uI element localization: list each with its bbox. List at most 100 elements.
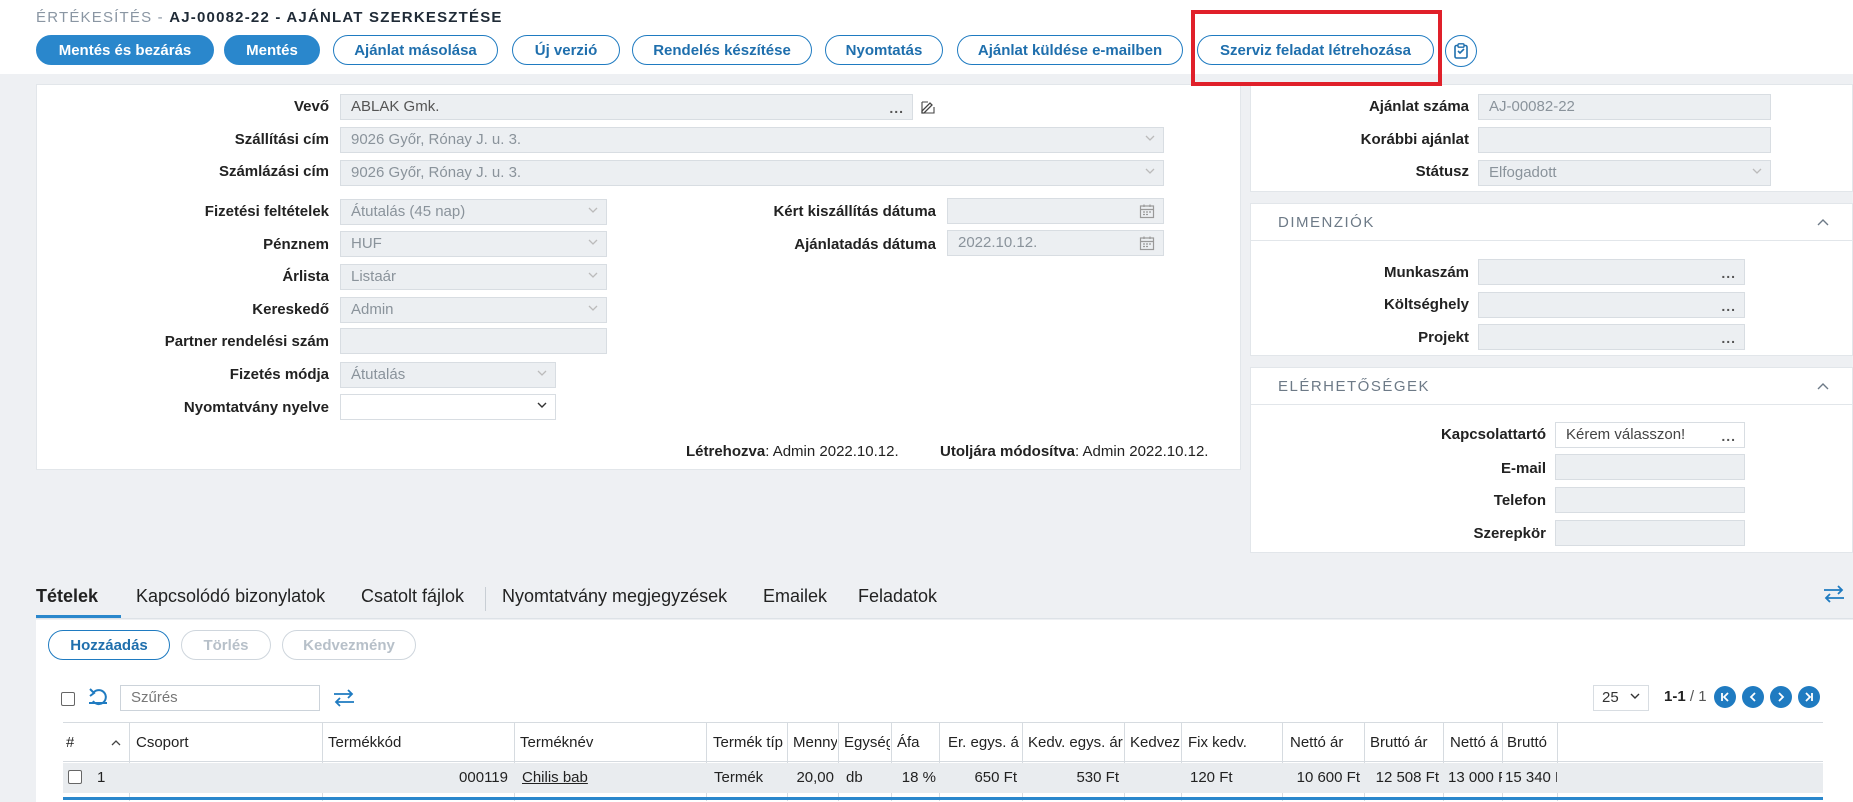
print-button[interactable]: Nyomtatás: [825, 35, 943, 65]
partner-order-input[interactable]: [340, 328, 607, 354]
customer-field[interactable]: ABLAK Gmk. ...: [340, 94, 913, 120]
swap-icon[interactable]: [332, 688, 356, 708]
payment-method-select[interactable]: Átutalás: [340, 362, 556, 388]
more-dots-icon[interactable]: ...: [1721, 330, 1736, 346]
divider: [1250, 240, 1853, 241]
contact-label: Kapcsolattartó: [1440, 426, 1546, 443]
calendar-icon[interactable]: [1139, 203, 1155, 219]
swap-icon[interactable]: [1822, 584, 1846, 604]
select-all-checkbox[interactable]: [61, 692, 75, 706]
chevron-down-icon: [1752, 168, 1762, 174]
column-header-net-total[interactable]: Nettó á: [1450, 734, 1502, 751]
column-header-discounted-unit-price[interactable]: Kedv. egys. ár: [1028, 734, 1124, 751]
chevron-down-icon: [588, 239, 598, 245]
filter-input[interactable]: Szűrés: [120, 685, 320, 711]
tab-print-notes[interactable]: Nyomtatvány megjegyzések: [502, 586, 727, 607]
billing-label: Számlázási cím: [218, 163, 329, 180]
column-header-quantity[interactable]: Menny: [793, 734, 837, 751]
tab-tasks[interactable]: Feladatok: [858, 586, 937, 607]
cell-gross-total: 15 340 F: [1505, 769, 1557, 786]
discount-button[interactable]: Kedvezmény: [282, 630, 416, 660]
column-header-discount[interactable]: Kedvez: [1130, 734, 1181, 751]
cell-gross-price: 12 508 Ft: [1375, 769, 1439, 786]
chevron-up-icon[interactable]: [1817, 218, 1829, 228]
payment-method-value: Átutalás: [351, 366, 406, 383]
save-button[interactable]: Mentés: [224, 35, 320, 65]
column-header-product-code[interactable]: Termékkód: [328, 734, 508, 751]
tab-emails[interactable]: Emailek: [763, 586, 827, 607]
page-header: ÉRTÉKESÍTÉS - AJ-00082-22 - AJÁNLAT SZER…: [0, 0, 1853, 74]
row-checkbox[interactable]: [68, 770, 82, 784]
column-header-unit-price[interactable]: Er. egys. á: [948, 734, 1022, 751]
column-header-gross-total[interactable]: Bruttó: [1507, 734, 1557, 751]
column-header-product-type[interactable]: Termék típ: [713, 734, 787, 751]
more-dots-icon[interactable]: ...: [1721, 298, 1736, 314]
tab-items[interactable]: Tételek: [36, 586, 98, 607]
send-email-button[interactable]: Ajánlat küldése e-mailben: [957, 35, 1183, 65]
prev-page-button[interactable]: [1742, 686, 1764, 708]
first-page-button[interactable]: [1714, 686, 1736, 708]
status-select[interactable]: Elfogadott: [1478, 160, 1771, 186]
table-row[interactable]: [63, 763, 1823, 793]
column-header-vat[interactable]: Áfa: [897, 734, 941, 751]
project-label: Projekt: [1418, 329, 1469, 346]
cell-discounted-unit-price: 530 Ft: [1076, 769, 1119, 786]
service-task-button[interactable]: Szerviz feladat létrehozása: [1197, 35, 1434, 65]
column-header-net-price[interactable]: Nettó ár: [1290, 734, 1366, 751]
column-header-product-name[interactable]: Terméknév: [520, 734, 700, 751]
column-header-number[interactable]: #: [66, 734, 74, 751]
clipboard-icon-button[interactable]: [1445, 35, 1477, 67]
job-number-field[interactable]: ...: [1478, 259, 1745, 285]
save-close-button[interactable]: Mentés és bezárás: [36, 35, 214, 65]
delete-button[interactable]: Törlés: [181, 630, 271, 660]
chevron-down-icon: [537, 402, 547, 408]
print-language-select[interactable]: [340, 394, 556, 420]
grid-header-border: [63, 722, 1823, 723]
edit-icon[interactable]: [920, 99, 936, 115]
copy-offer-button[interactable]: Ajánlat másolása: [333, 35, 498, 65]
breadcrumb-module[interactable]: ÉRTÉKESÍTÉS -: [36, 9, 164, 26]
email-label: E-mail: [1500, 460, 1546, 477]
project-field[interactable]: ...: [1478, 324, 1745, 350]
offer-date-field[interactable]: 2022.10.12.: [947, 230, 1164, 256]
more-dots-icon[interactable]: ...: [1721, 428, 1736, 444]
cost-center-field[interactable]: ...: [1478, 292, 1745, 318]
payment-terms-select[interactable]: Átutalás (45 nap): [340, 199, 607, 225]
more-dots-icon[interactable]: ...: [889, 100, 904, 116]
more-dots-icon[interactable]: ...: [1721, 265, 1736, 281]
requested-delivery-date[interactable]: [947, 198, 1164, 224]
shipping-select[interactable]: 9026 Győr, Rónay J. u. 3.: [340, 127, 1164, 153]
tab-attached-files[interactable]: Csatolt fájlok: [361, 586, 464, 607]
billing-value: 9026 Győr, Rónay J. u. 3.: [351, 164, 522, 181]
page-size-select[interactable]: 25: [1593, 685, 1649, 711]
column-header-gross-price[interactable]: Bruttó ár: [1370, 734, 1446, 751]
cell-unit: db: [846, 769, 863, 786]
last-page-button[interactable]: [1798, 686, 1820, 708]
cell-number: 1: [97, 769, 106, 786]
modified-label: Utoljára módosítva: [940, 443, 1076, 460]
currency-value: HUF: [351, 235, 382, 252]
dimensions-title: DIMENZIÓK: [1278, 214, 1375, 231]
cell-unit-price: 650 Ft: [974, 769, 1017, 786]
contact-field[interactable]: Kérem válasszon! ...: [1555, 422, 1745, 448]
payment-terms-value: Átutalás (45 nap): [351, 203, 466, 220]
next-page-button[interactable]: [1770, 686, 1792, 708]
chevron-up-icon[interactable]: [1817, 382, 1829, 392]
column-header-group[interactable]: Csoport: [136, 734, 316, 751]
column-header-fixed-discount[interactable]: Fix kedv.: [1188, 734, 1278, 751]
create-order-button[interactable]: Rendelés készítése: [632, 35, 812, 65]
refresh-icon[interactable]: [88, 687, 110, 707]
pricelist-select[interactable]: Listaár: [340, 264, 607, 290]
sort-up-icon[interactable]: [111, 739, 121, 747]
new-version-button[interactable]: Új verzió: [512, 35, 620, 65]
currency-select[interactable]: HUF: [340, 231, 607, 257]
salesperson-select[interactable]: Admin: [340, 297, 607, 323]
column-header-unit[interactable]: Egység: [844, 734, 890, 751]
contacts-title: ELÉRHETŐSÉGEK: [1278, 378, 1431, 395]
tab-related-documents[interactable]: Kapcsolódó bizonylatok: [136, 586, 325, 607]
add-button[interactable]: Hozzáadás: [48, 630, 170, 660]
last-page-icon: [1805, 692, 1813, 702]
billing-select[interactable]: 9026 Győr, Rónay J. u. 3.: [340, 160, 1164, 186]
cell-product-name-link[interactable]: Chilis bab: [522, 769, 588, 786]
calendar-icon[interactable]: [1139, 235, 1155, 251]
